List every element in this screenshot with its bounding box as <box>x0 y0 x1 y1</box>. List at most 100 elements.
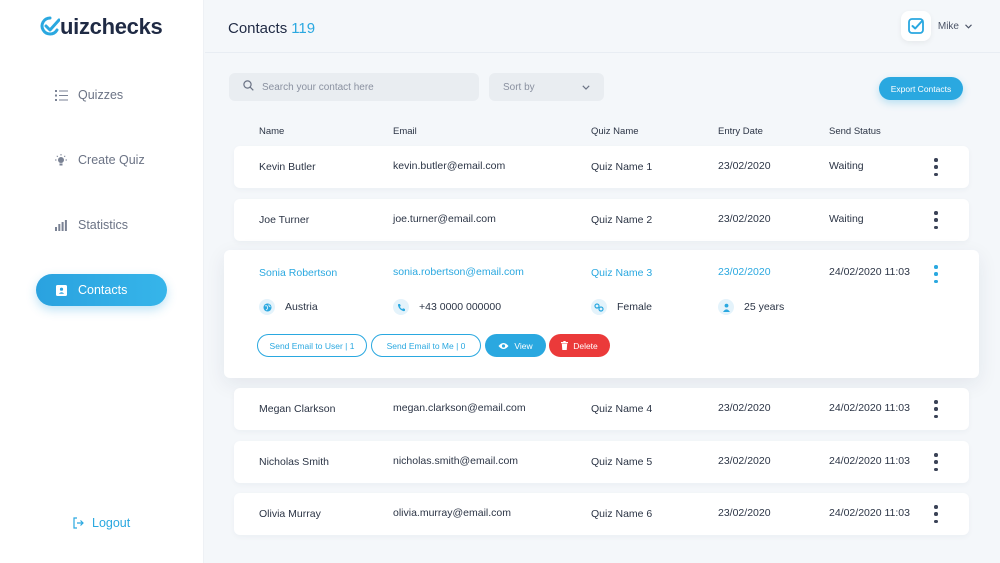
contact-email: nicholas.smith@email.com <box>393 455 519 467</box>
table-row[interactable]: Nicholas Smith nicholas.smith@email.com … <box>234 441 969 483</box>
contact-entry-date: 23/02/2020 <box>718 266 771 278</box>
contact-quiz: Quiz Name 1 <box>591 161 653 173</box>
table-row[interactable]: Megan Clarkson megan.clarkson@email.com … <box>234 388 969 430</box>
sidebar-item-create-quiz[interactable]: Create Quiz <box>36 144 167 176</box>
table-row[interactable]: Kevin Butler kevin.butler@email.com Quiz… <box>234 146 969 188</box>
user-menu[interactable]: Mike <box>900 11 972 41</box>
contacts-count: 119 <box>291 20 316 37</box>
contact-entry-date: 23/02/2020 <box>718 402 771 414</box>
logo[interactable]: uizchecks <box>40 14 163 40</box>
delete-label: Delete <box>573 340 598 351</box>
trash-icon <box>561 341 569 350</box>
chevron-down-icon <box>965 23 972 29</box>
contact-gender: Female <box>591 299 652 315</box>
list-icon <box>54 88 68 102</box>
column-header-email[interactable]: Email <box>393 126 417 137</box>
gender-value: Female <box>617 301 653 313</box>
more-options-icon[interactable] <box>931 265 941 283</box>
page-title-text: Contacts <box>228 20 288 37</box>
sidebar-item-statistics[interactable]: Statistics <box>36 209 167 241</box>
bar-chart-icon <box>54 218 68 232</box>
sort-by-label: Sort by <box>503 81 535 93</box>
logo-text: uizchecks <box>60 14 163 39</box>
contact-email: olivia.murray@email.com <box>393 507 512 519</box>
person-icon <box>718 299 734 315</box>
gender-icon <box>591 299 607 315</box>
logout-icon <box>73 517 84 529</box>
contact-name: Megan Clarkson <box>259 403 336 415</box>
table-row[interactable]: Olivia Murray olivia.murray@email.com Qu… <box>234 493 969 535</box>
sidebar: uizchecks Quizzes Create Quiz Statistics… <box>0 0 204 563</box>
user-name: Mike <box>937 20 959 32</box>
country-value: Austria <box>285 301 318 313</box>
search-box[interactable] <box>229 73 479 101</box>
more-options-icon[interactable] <box>931 505 941 523</box>
column-header-quiz-name[interactable]: Quiz Name <box>591 126 639 137</box>
contact-send-status: 24/02/2020 11:03 <box>829 507 910 519</box>
contact-country: Austria <box>259 299 318 315</box>
page-title: Contacts 119 <box>228 20 315 37</box>
phone-icon <box>393 299 409 315</box>
more-options-icon[interactable] <box>931 400 941 418</box>
contact-quiz: Quiz Name 6 <box>591 508 653 520</box>
contact-email: megan.clarkson@email.com <box>393 402 526 414</box>
contact-entry-date: 23/02/2020 <box>718 455 771 467</box>
contact-email: kevin.butler@email.com <box>393 160 506 172</box>
contact-name: Joe Turner <box>259 214 310 226</box>
more-options-icon[interactable] <box>931 158 941 176</box>
contact-entry-date: 23/02/2020 <box>718 507 771 519</box>
logout-button[interactable]: Logout <box>72 516 130 530</box>
send-email-to-user-button[interactable]: Send Email to User | 1 <box>257 334 367 357</box>
contact-send-status: 24/02/2020 11:03 <box>829 266 910 278</box>
sidebar-item-quizzes[interactable]: Quizzes <box>36 79 167 111</box>
sidebar-item-label: Create Quiz <box>78 153 145 167</box>
eye-icon <box>498 342 509 349</box>
column-header-name[interactable]: Name <box>259 126 284 137</box>
contact-send-status: Waiting <box>829 160 864 172</box>
sidebar-item-label: Contacts <box>78 283 128 297</box>
contact-age: 25 years <box>718 299 784 315</box>
contact-phone: +43 0000 000000 <box>393 299 501 315</box>
lightbulb-icon <box>54 153 68 167</box>
contact-entry-date: 23/02/2020 <box>718 213 771 225</box>
sidebar-item-label: Quizzes <box>78 88 124 102</box>
chevron-down-icon <box>582 82 590 93</box>
sort-by-dropdown[interactable]: Sort by <box>489 73 604 101</box>
contact-card-icon <box>54 283 68 297</box>
search-input[interactable] <box>262 81 462 93</box>
top-bar: Contacts 119 Mike <box>205 0 1000 53</box>
age-value: 25 years <box>744 301 785 313</box>
column-header-send-status[interactable]: Send Status <box>829 126 881 137</box>
logo-check-icon <box>40 16 60 36</box>
globe-icon <box>259 299 275 315</box>
contact-quiz: Quiz Name 2 <box>591 214 653 226</box>
contact-name: Sonia Robertson <box>259 267 338 279</box>
table-row[interactable]: Joe Turner joe.turner@email.com Quiz Nam… <box>234 199 969 241</box>
more-options-icon[interactable] <box>931 453 941 471</box>
sidebar-item-contacts[interactable]: Contacts <box>36 274 167 306</box>
table-row-expanded[interactable]: Sonia Robertson sonia.robertson@email.co… <box>224 250 979 378</box>
sidebar-item-label: Statistics <box>78 218 129 232</box>
export-contacts-button[interactable]: Export Contacts <box>879 77 963 100</box>
contact-entry-date: 23/02/2020 <box>718 160 771 172</box>
contact-name: Nicholas Smith <box>259 456 330 468</box>
view-button[interactable]: View <box>485 334 546 357</box>
column-header-entry-date[interactable]: Entry Date <box>718 126 763 137</box>
check-badge-icon <box>907 18 924 34</box>
contact-email: sonia.robertson@email.com <box>393 266 524 278</box>
avatar <box>900 11 931 41</box>
contact-quiz: Quiz Name 4 <box>591 403 653 415</box>
contact-send-status: 24/02/2020 11:03 <box>829 402 910 414</box>
logout-label: Logout <box>92 516 131 530</box>
delete-button[interactable]: Delete <box>549 334 610 357</box>
contact-email: joe.turner@email.com <box>393 213 496 225</box>
contact-name: Olivia Murray <box>259 508 321 520</box>
contact-quiz: Quiz Name 5 <box>591 456 653 468</box>
search-icon <box>243 80 254 94</box>
phone-value: +43 0000 000000 <box>419 301 502 313</box>
contact-send-status: Waiting <box>829 213 864 225</box>
more-options-icon[interactable] <box>931 211 941 229</box>
contact-send-status: 24/02/2020 11:03 <box>829 455 910 467</box>
send-email-to-me-button[interactable]: Send Email to Me | 0 <box>371 334 481 357</box>
view-label: View <box>514 340 533 351</box>
